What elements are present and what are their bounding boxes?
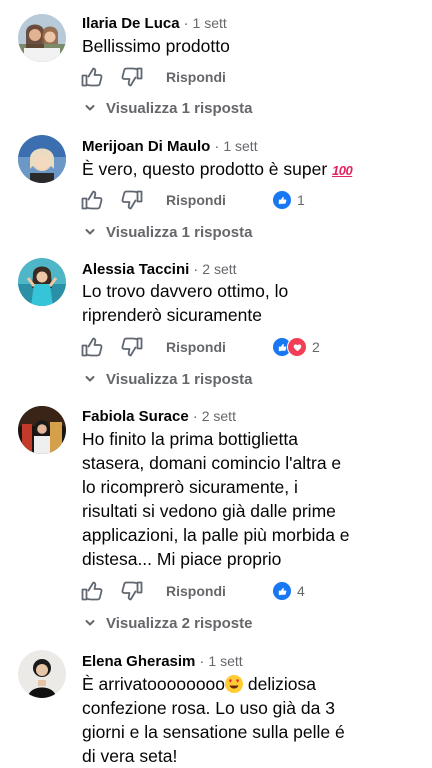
like-icon[interactable] — [80, 335, 104, 359]
separator-dot: · — [214, 138, 220, 155]
avatar[interactable] — [18, 650, 66, 698]
comment-time[interactable]: 2 sett — [202, 261, 236, 277]
separator-dot: · — [183, 15, 189, 32]
comment-text-line: Lo trovo davvero ottimo, lo — [82, 281, 289, 301]
comment-text-line: riprenderò sicuramente — [82, 305, 262, 325]
comment-text-line: giorni e la sensatione sulla pelle é — [82, 722, 345, 742]
commenter-name[interactable]: Ilaria De Luca — [82, 15, 180, 32]
comment-text-line: confezione rosa. Lo uso già da 3 — [82, 698, 335, 718]
reaction-count: 2 — [312, 339, 320, 355]
separator-dot: · — [199, 653, 205, 670]
commenter-name[interactable]: Alessia Taccini — [82, 261, 189, 278]
dislike-icon[interactable] — [120, 188, 144, 212]
avatar[interactable] — [18, 14, 66, 62]
dislike-icon[interactable] — [120, 65, 144, 89]
reply-button[interactable]: Rispondi — [166, 339, 226, 355]
avatar[interactable] — [18, 406, 66, 454]
avatar[interactable] — [18, 258, 66, 306]
comment-text-line: È arrivatoooooooo deliziosa — [82, 672, 412, 696]
reactions-summary[interactable]: 1 — [272, 187, 305, 213]
separator-dot: · — [193, 261, 199, 278]
view-replies-label: Visualizza 1 risposta — [106, 99, 253, 117]
reaction-count: 1 — [297, 192, 305, 208]
comment-text-line: Ho finito la prima bottiglietta — [82, 429, 298, 449]
reactions-summary[interactable]: 4 — [272, 578, 305, 604]
view-replies-button[interactable]: Visualizza 2 risposte — [84, 612, 252, 634]
love-reaction-icon — [287, 337, 307, 357]
dislike-icon[interactable] — [120, 335, 144, 359]
comment-text-start: È arrivatoooooooo — [82, 674, 226, 694]
heart-eyes-icon — [225, 675, 244, 693]
comment-text-body: È vero, questo prodotto è super — [82, 159, 328, 179]
commenter-name[interactable]: Elena Gherasim — [82, 653, 195, 670]
like-reaction-icon — [272, 190, 292, 210]
reaction-count: 4 — [297, 583, 305, 599]
reply-button[interactable]: Rispondi — [166, 192, 226, 208]
comment-text-line: distesa... Mi piace proprio — [82, 549, 282, 569]
reactions-summary[interactable]: 2 — [272, 334, 320, 360]
comment-text-after-emoji: deliziosa — [243, 674, 316, 694]
chevron-down-icon — [84, 373, 96, 385]
avatar[interactable] — [18, 135, 66, 183]
comment-time[interactable]: 2 sett — [202, 408, 236, 424]
like-reaction-icon — [272, 581, 292, 601]
comment-time[interactable]: 1 sett — [208, 653, 242, 669]
chevron-down-icon — [84, 226, 96, 238]
hundred-points-icon: 100 — [332, 163, 353, 178]
comment-text: Lo trovo davvero ottimo, lo riprenderò s… — [82, 279, 412, 327]
view-replies-label: Visualizza 2 risposte — [106, 614, 253, 632]
comment-time[interactable]: 1 sett — [223, 138, 257, 154]
separator-dot: · — [192, 408, 198, 425]
comment-text-line: applicazioni, la palle più morbida e — [82, 525, 350, 545]
view-replies-button[interactable]: Visualizza 1 risposta — [84, 368, 252, 390]
chevron-down-icon — [84, 102, 96, 114]
reply-button[interactable]: Rispondi — [166, 69, 226, 85]
like-icon[interactable] — [80, 188, 104, 212]
comment-text-line: stasera, domani comincio l'altra e — [82, 453, 342, 473]
comment-text-line: di vera seta! — [82, 746, 178, 766]
commenter-name[interactable]: Fabiola Surace — [82, 408, 189, 425]
like-icon[interactable] — [80, 65, 104, 89]
comment-text: Ho finito la prima bottiglietta stasera,… — [82, 427, 412, 571]
comment-text-line: lo ricomprerò sicuramente, i — [82, 477, 298, 497]
reply-button[interactable]: Rispondi — [166, 583, 226, 599]
view-replies-label: Visualizza 1 risposta — [106, 370, 253, 388]
view-replies-button[interactable]: Visualizza 1 risposta — [84, 221, 252, 243]
comment-text-line: risultati si vedono già dalle prime — [82, 501, 336, 521]
view-replies-button[interactable]: Visualizza 1 risposta — [84, 97, 252, 119]
comment-text: Bellissimo prodotto — [82, 36, 230, 56]
dislike-icon[interactable] — [120, 579, 144, 603]
chevron-down-icon — [84, 617, 96, 629]
comment-time[interactable]: 1 sett — [193, 15, 227, 31]
commenter-name[interactable]: Merijoan Di Maulo — [82, 138, 210, 155]
comment-text: È arrivatoooooooo deliziosa confezione r… — [82, 672, 412, 768]
view-replies-label: Visualizza 1 risposta — [106, 223, 253, 241]
like-icon[interactable] — [80, 579, 104, 603]
comment-text: È vero, questo prodotto è super 100 — [82, 157, 412, 183]
